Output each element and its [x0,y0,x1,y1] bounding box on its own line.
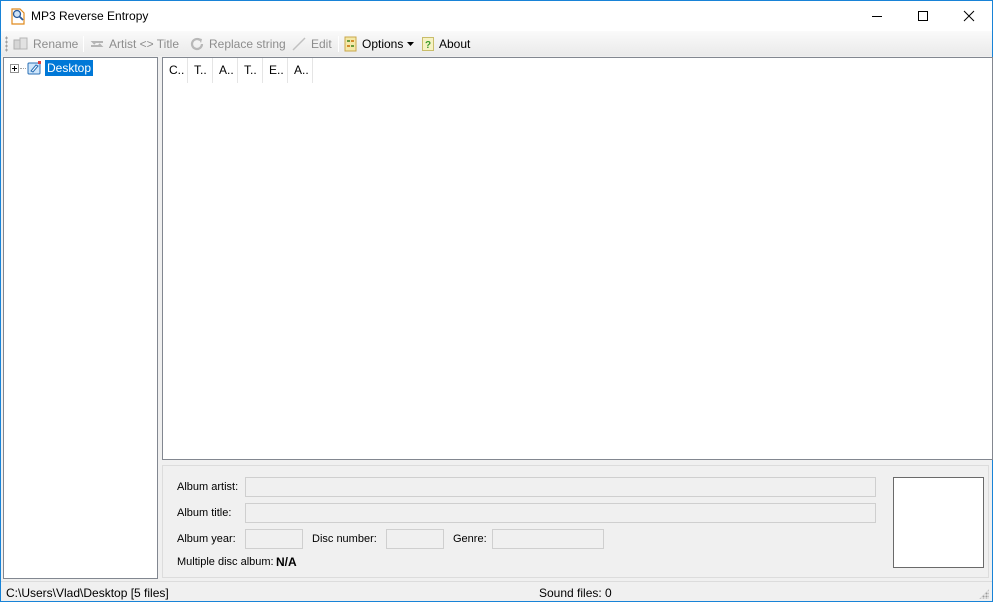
options-button[interactable]: Options [344,34,415,54]
status-sound-files: Sound files: 0 [539,586,612,600]
multiple-disc-label: Multiple disc album: [177,556,274,568]
window-title: MP3 Reverse Entropy [31,9,149,23]
column-header[interactable]: E.. [263,58,288,83]
status-bar: C:\Users\Vlad\Desktop [5 files] Sound fi… [1,581,992,601]
toolbar-grip[interactable] [5,36,8,52]
rename-icon [13,37,28,50]
resize-grip[interactable] [979,589,989,599]
swap-icon [90,41,104,47]
tree-node-desktop[interactable]: Desktop [10,60,94,76]
album-artist-label: Album artist: [177,481,239,493]
column-header[interactable]: A.. [288,58,313,83]
options-label: Options [362,37,404,51]
album-cover-box[interactable] [893,477,984,568]
toolbar: Rename Artist <> Title Replace string Ed… [1,31,992,56]
svg-text:?: ? [425,40,431,51]
column-header[interactable]: T.. [238,58,263,83]
desktop-icon [27,61,41,75]
toolbar-separator [338,36,339,52]
app-window: MP3 Reverse Entropy Rename Artist <> Tit… [0,0,993,602]
genre-label: Genre: [453,533,487,545]
maximize-button[interactable] [900,1,946,31]
edit-button[interactable]: Edit [291,34,332,54]
list-header: C.. T.. A.. T.. E.. A.. [163,58,313,83]
column-header[interactable]: C.. [163,58,188,83]
close-icon [963,10,975,22]
multiple-disc-value: N/A [276,555,297,569]
rename-label: Rename [33,37,79,51]
artist-title-swap-button[interactable]: Artist <> Title [89,34,179,54]
folder-tree[interactable]: Desktop [3,57,158,579]
album-year-field[interactable] [245,529,303,549]
maximize-icon [918,11,928,21]
expand-icon[interactable] [10,63,19,73]
title-bar: MP3 Reverse Entropy [1,1,992,31]
disc-number-label: Disc number: [312,533,377,545]
about-label: About [439,37,471,51]
help-icon: ? [422,37,434,51]
genre-field[interactable] [492,529,604,549]
options-icon [344,36,357,52]
status-path: C:\Users\Vlad\Desktop [5 files] [6,586,169,600]
file-list[interactable]: C.. T.. A.. T.. E.. A.. [162,57,993,460]
album-title-field[interactable] [245,503,876,523]
album-artist-field[interactable] [245,477,876,497]
minimize-icon [872,16,882,17]
pencil-icon [292,37,306,51]
disc-number-field[interactable] [386,529,444,549]
artist-title-label: Artist <> Title [109,37,180,51]
replace-string-label: Replace string [209,37,286,51]
app-magnifier-icon [11,8,25,25]
toolbar-separator [83,36,84,52]
rename-button[interactable]: Rename [13,34,78,54]
about-button[interactable]: ? About [422,34,470,54]
dropdown-arrow-icon [407,42,415,46]
album-year-label: Album year: [177,533,236,545]
refresh-icon [190,37,204,51]
column-header[interactable]: T.. [188,58,213,83]
edit-label: Edit [311,37,332,51]
replace-string-button[interactable]: Replace string [189,34,286,54]
tree-node-label[interactable]: Desktop [45,60,94,76]
close-button[interactable] [946,1,992,31]
album-title-label: Album title: [177,507,232,519]
minimize-button[interactable] [854,1,900,31]
column-header[interactable]: A.. [213,58,238,83]
